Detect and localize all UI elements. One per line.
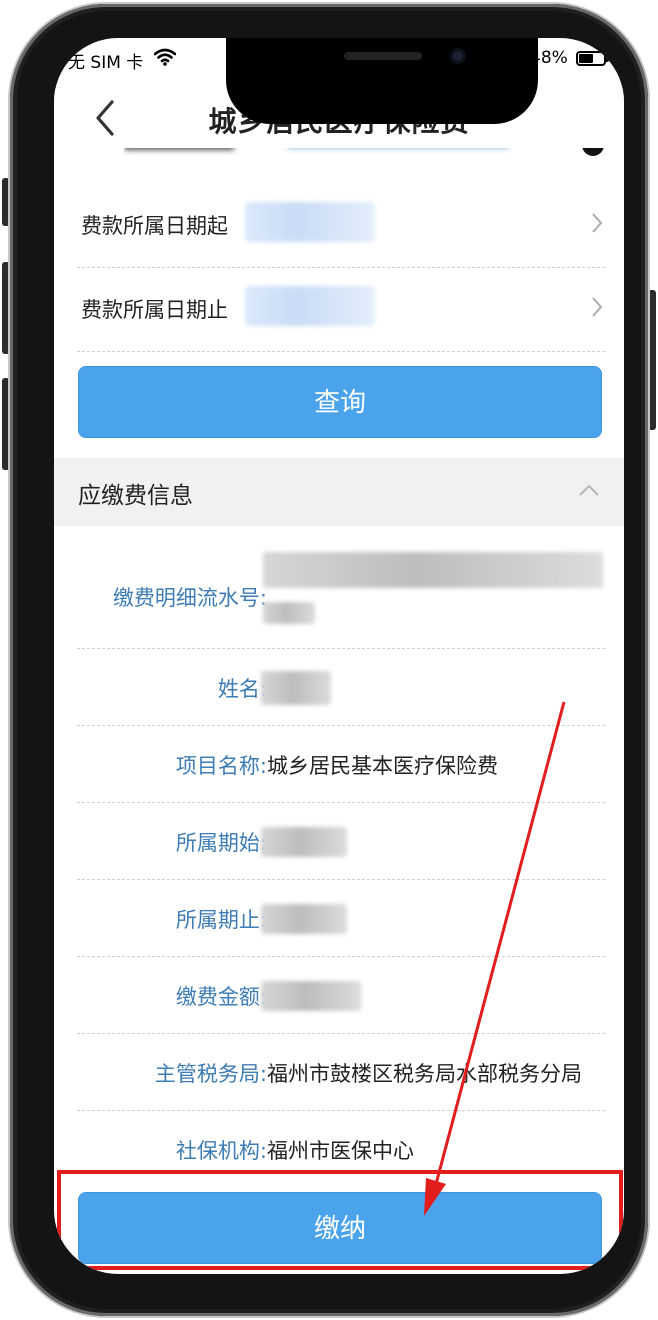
phone-volume-down-button [2,378,10,470]
info-label: 项目名称: [175,754,267,778]
carrier-label: 无 SIM 卡 [68,53,144,73]
info-row-amount: 缴费金额: [77,957,605,1034]
phone-power-button [648,290,656,430]
info-label: 社保机构: [175,1139,267,1163]
amount-redacted [261,981,361,1011]
annotation-highlight-box [57,1170,623,1270]
chevron-right-icon [591,212,603,238]
serial-number-redacted-2 [263,602,315,624]
date-end-label: 费款所属日期止 [81,298,228,322]
info-label: 缴费金额: [175,985,267,1009]
info-row-period-start: 所属期始: [77,803,605,880]
info-label: 所属期始: [175,831,267,855]
battery-icon [576,51,609,66]
info-value: 福州市医保中心 [267,1139,414,1163]
info-value: 福州市鼓楼区税务局水部税务分局 [267,1062,582,1086]
date-start-row[interactable]: 费款所属日期起 [77,184,605,268]
name-redacted [261,671,331,705]
info-row-project: 项目名称: 城乡居民基本医疗保险费 [77,726,605,803]
info-row-name: 姓名: [77,649,605,726]
info-row-tax-bureau: 主管税务局: 福州市鼓楼区税务局水部税务分局 [77,1034,605,1111]
info-label: 姓名: [217,677,267,701]
info-label: 缴费明细流水号: [112,586,267,610]
date-start-value-redacted [245,202,375,242]
phone-mute-switch [2,178,10,226]
section-header[interactable]: 应缴费信息 [54,458,624,526]
serial-number-redacted [263,552,603,588]
date-start-label: 费款所属日期起 [81,214,228,238]
chevron-right-icon [591,296,603,322]
query-button[interactable]: 查询 [78,366,602,438]
info-label: 主管税务局: [154,1062,267,1086]
phone-frame: 无 SIM 卡 48% 费款所属日期起 费款所属日期止 查询 应缴费信息 缴费明… [10,4,648,1316]
period-start-redacted [261,827,347,857]
chevron-up-icon[interactable] [578,482,600,501]
section-title: 应缴费信息 [78,483,193,509]
front-camera [450,48,466,64]
info-row-period-end: 所属期止: [77,880,605,957]
date-end-value-redacted [245,286,375,326]
date-end-row[interactable]: 费款所属日期止 [77,268,605,352]
period-end-redacted [261,904,347,934]
notch [226,38,538,124]
info-label: 所属期止: [175,908,267,932]
info-value: 城乡居民基本医疗保险费 [267,754,498,778]
phone-screen: 无 SIM 卡 48% 费款所属日期起 费款所属日期止 查询 应缴费信息 缴费明… [54,38,624,1274]
wifi-icon [153,48,177,71]
info-row-serial-number: 缴费明细流水号: [77,546,605,649]
speaker-grille [344,52,422,60]
phone-volume-up-button [2,262,10,354]
